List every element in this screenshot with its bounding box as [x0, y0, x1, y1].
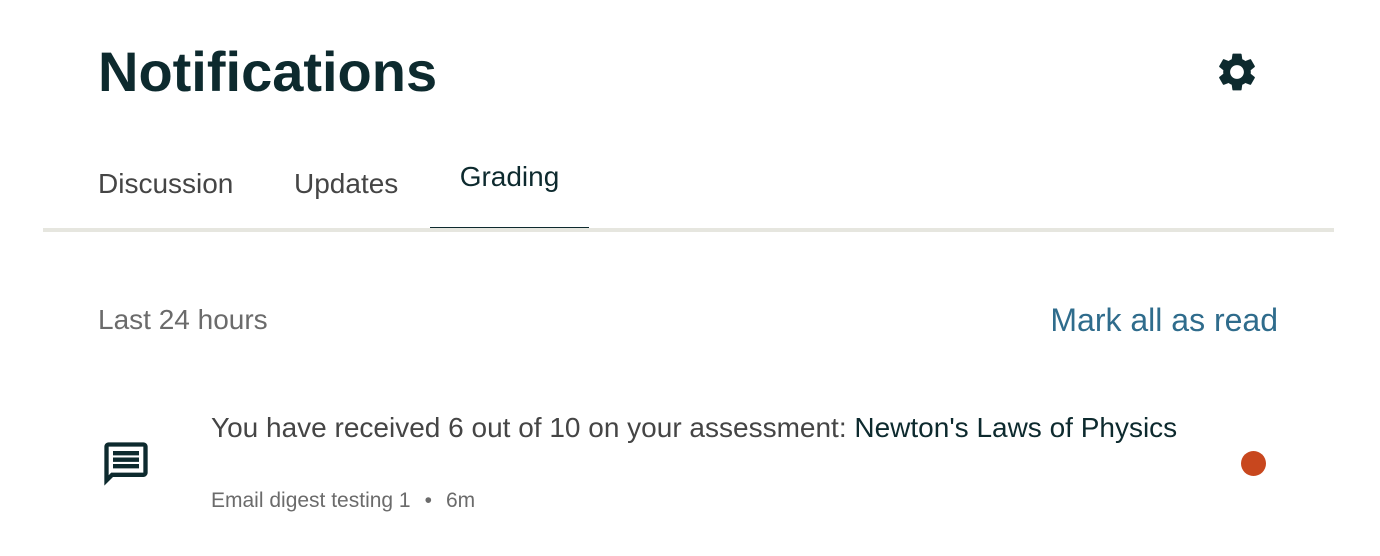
page-title: Notifications	[98, 40, 438, 103]
notification-time: 6m	[445, 489, 476, 512]
tab-label: Grading	[459, 161, 560, 192]
gear-icon	[1219, 53, 1255, 91]
notification-course: Email digest testing 1	[211, 489, 411, 512]
notification-message: You have received 6 out of 10 on your as…	[211, 410, 1177, 446]
notification-item[interactable]: You have received 6 out of 10 on your as…	[0, 396, 1380, 526]
notification-meta: Email digest testing 1 • 6m	[211, 488, 475, 514]
tab-label: Updates	[294, 168, 399, 199]
tab-label: Discussion	[98, 168, 234, 199]
notification-tabs: Discussion Updates Grading	[43, 140, 1334, 232]
tab-grading[interactable]: Grading	[430, 140, 589, 231]
notification-message-text: You have received 6 out of 10 on your as…	[211, 412, 855, 443]
meta-separator: •	[424, 489, 432, 512]
notification-target: Newton's Laws of Physics	[854, 412, 1178, 443]
section-time-label: Last 24 hours	[98, 304, 268, 335]
mark-all-as-read-link[interactable]: Mark all as read	[1050, 300, 1278, 340]
settings-gear-icon[interactable]	[1214, 49, 1260, 95]
comment-icon	[100, 438, 152, 490]
tabs-divider	[43, 228, 1334, 232]
unread-indicator	[1241, 451, 1266, 476]
tab-discussion[interactable]: Discussion	[70, 140, 261, 228]
tab-updates[interactable]: Updates	[266, 140, 426, 228]
